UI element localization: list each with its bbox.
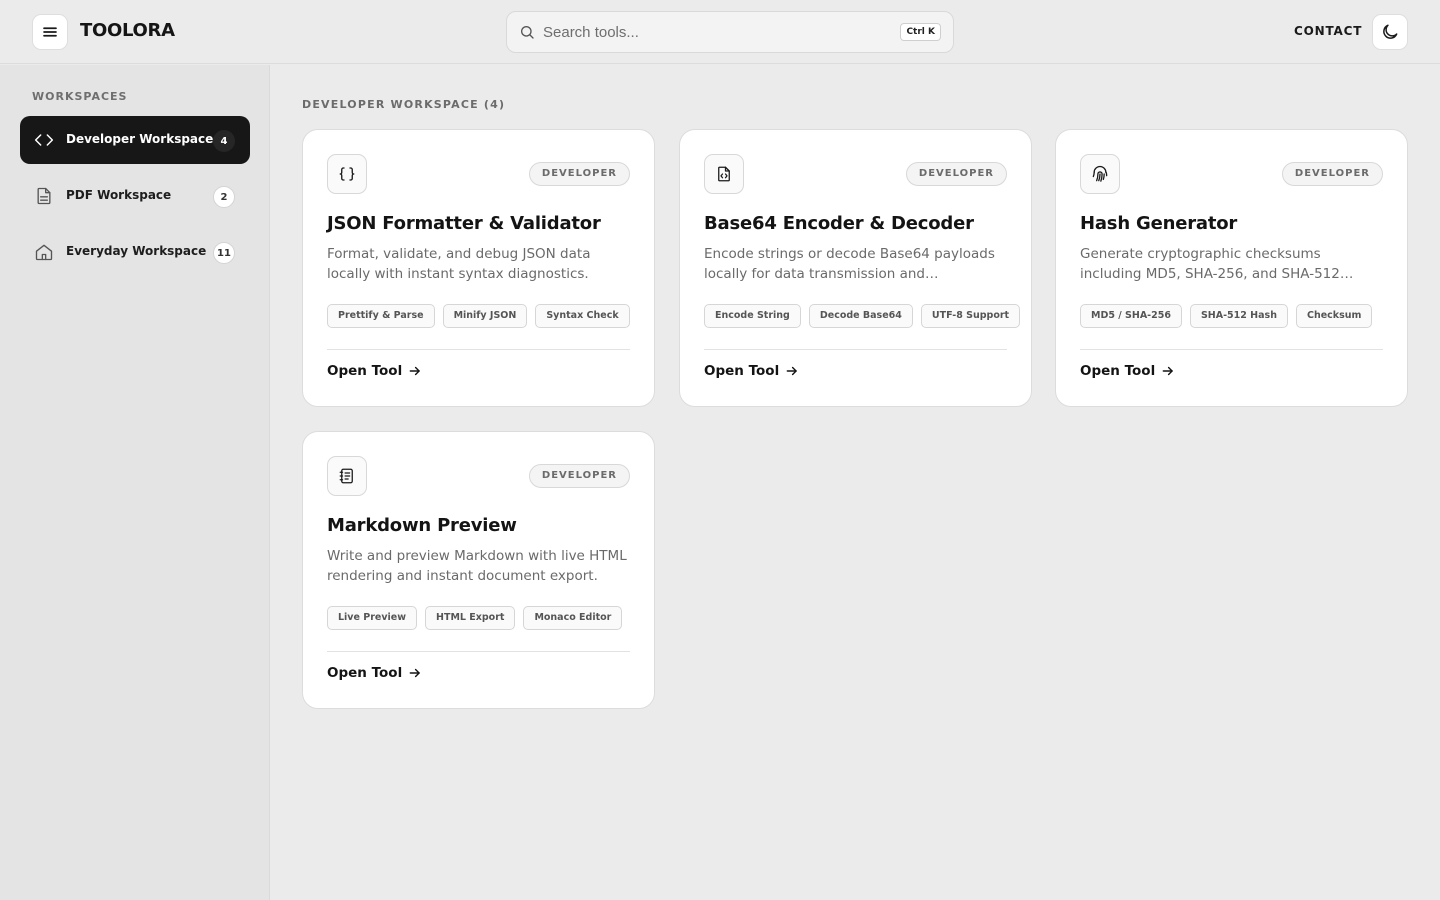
contact-link[interactable]: CONTACT [1294,24,1362,38]
top-header: TOOLORA Ctrl K CONTACT [0,0,1440,64]
feature-tag: MD5 / SHA-256 [1080,304,1182,328]
feature-tag: Monaco Editor [523,606,623,630]
notebook-icon [327,456,367,496]
logo[interactable]: TOOLORA [80,20,175,41]
code-icon [34,130,54,150]
card-title: JSON Formatter & Validator [327,213,601,234]
shortcut-hint: Ctrl K [900,23,941,41]
search-icon [519,24,535,40]
tool-card-hash-generator: DEVELOPER Hash Generator Generate crypto… [1055,129,1408,407]
tool-card-markdown-preview: DEVELOPER Markdown Preview Write and pre… [302,431,655,709]
open-tool-label: Open Tool [704,363,780,379]
arrow-right-icon [1161,364,1175,378]
sidebar-item-pdf-workspace[interactable]: PDF Workspace 2 [20,172,250,220]
sidebar: WORKSPACES Developer Workspace 4 PDF Wor… [0,65,270,900]
card-description: Write and preview Markdown with live HTM… [327,548,627,584]
sidebar-item-label: Everyday Workspace [66,244,207,258]
card-tags: Live Preview HTML Export Monaco Editor [327,606,623,630]
section-title: DEVELOPER WORKSPACE (4) [302,98,506,111]
sidebar-item-everyday-workspace[interactable]: Everyday Workspace 11 [20,228,250,276]
feature-tag: HTML Export [425,606,516,630]
fingerprint-icon [1080,154,1120,194]
open-tool-label: Open Tool [327,665,403,681]
feature-tag: Syntax Check [535,304,630,328]
feature-tag: Prettify & Parse [327,304,435,328]
card-title: Markdown Preview [327,515,517,536]
moon-icon [1380,22,1400,42]
feature-tag: UTF-8 Support [920,304,1021,328]
open-tool-label: Open Tool [1080,363,1156,379]
file-code-icon [704,154,744,194]
feature-tag: Encode String [704,304,801,328]
card-tags: MD5 / SHA-256 SHA-512 Hash Checksum [1080,304,1373,328]
document-icon [34,186,54,206]
category-badge: DEVELOPER [1281,162,1383,186]
category-badge: DEVELOPER [528,162,630,186]
menu-button[interactable] [32,14,68,50]
card-title: Hash Generator [1080,213,1238,234]
feature-tag: Decode Base64 [808,304,913,328]
category-badge: DEVELOPER [905,162,1007,186]
open-tool-link[interactable]: Open Tool [327,363,422,379]
open-tool-link[interactable]: Open Tool [704,363,799,379]
sidebar-item-count: 4 [213,130,235,152]
tool-card-base64: DEVELOPER Base64 Encoder & Decoder Encod… [679,129,1032,407]
card-divider [704,349,1007,350]
card-description: Format, validate, and debug JSON data lo… [327,246,591,282]
card-tags: Encode String Decode Base64 UTF-8 Suppor… [704,304,1021,328]
arrow-right-icon [408,666,422,680]
feature-tag: SHA-512 Hash [1189,304,1288,328]
feature-tag: Checksum [1295,304,1373,328]
card-tags: Prettify & Parse Minify JSON Syntax Chec… [327,304,630,328]
feature-tag: Minify JSON [442,304,528,328]
theme-toggle-button[interactable] [1372,14,1408,50]
search-input[interactable] [543,20,883,44]
open-tool-link[interactable]: Open Tool [1080,363,1175,379]
sidebar-item-label: Developer Workspace [66,132,214,146]
sidebar-item-label: PDF Workspace [66,188,172,202]
search-box[interactable]: Ctrl K [506,11,954,53]
card-description: Encode strings or decode Base64 payloads… [704,246,995,282]
card-divider [327,651,630,652]
tool-card-json-formatter: DEVELOPER JSON Formatter & Validator For… [302,129,655,407]
arrow-right-icon [408,364,422,378]
arrow-right-icon [785,364,799,378]
sidebar-item-count: 11 [213,242,235,264]
card-title: Base64 Encoder & Decoder [704,213,974,234]
open-tool-label: Open Tool [327,363,403,379]
sidebar-heading: WORKSPACES [32,90,128,103]
card-description: Generate cryptographic checksums includi… [1080,246,1340,282]
sidebar-item-count: 2 [213,186,235,208]
home-icon [34,242,54,262]
sidebar-item-developer-workspace[interactable]: Developer Workspace 4 [20,116,250,164]
card-divider [327,349,630,350]
feature-tag: Live Preview [327,606,418,630]
braces-icon [327,154,367,194]
card-divider [1080,349,1383,350]
hamburger-icon [41,23,59,41]
open-tool-link[interactable]: Open Tool [327,665,422,681]
category-badge: DEVELOPER [528,464,630,488]
